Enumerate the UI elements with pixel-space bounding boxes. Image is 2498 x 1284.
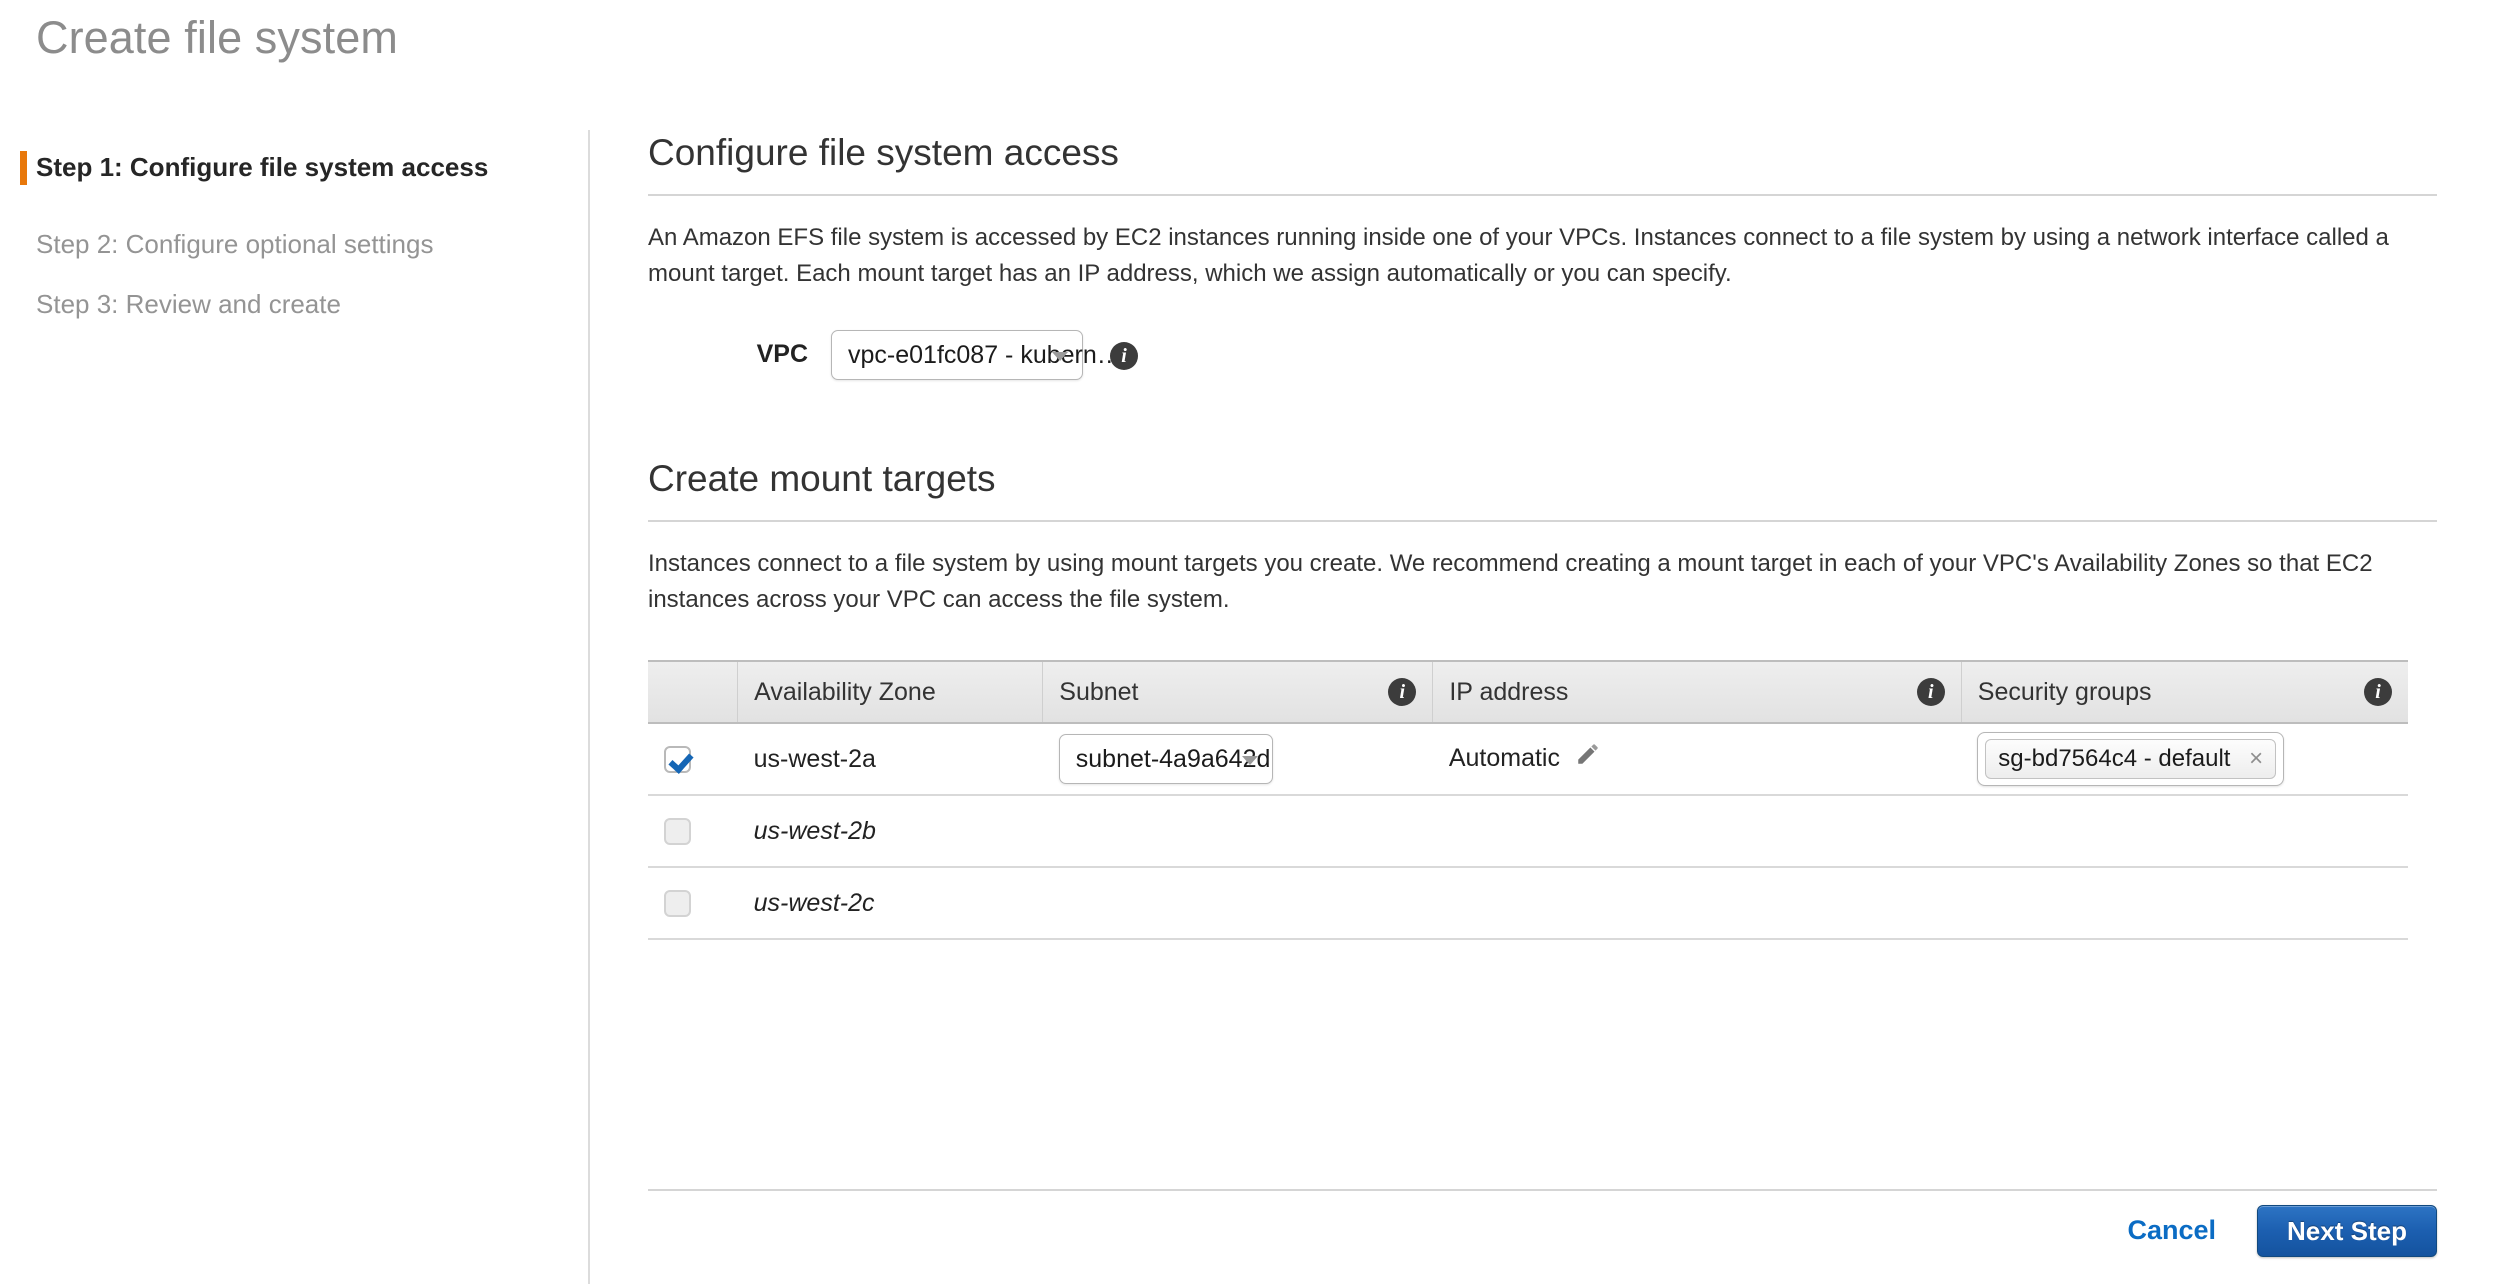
table-header-row: Availability Zone Subnet i IP address i xyxy=(648,661,2408,723)
column-header-security-groups-label: Security groups xyxy=(1978,678,2152,707)
cell-availability-zone: us-west-2c xyxy=(738,867,1043,939)
chevron-down-icon xyxy=(1052,352,1068,361)
footer-divider xyxy=(648,1189,2437,1191)
security-group-token: sg-bd7564c4 - default × xyxy=(1985,739,2276,779)
table-row: us-west-2b xyxy=(648,795,2408,867)
vpc-select-value: vpc-e01fc087 - kubern… xyxy=(848,341,1122,369)
sidebar-step-1[interactable]: Step 1: Configure file system access xyxy=(0,150,488,184)
cell-subnet xyxy=(1043,795,1433,867)
row-select-cell xyxy=(648,795,738,867)
subnet-select[interactable]: subnet-4a9a642d xyxy=(1059,734,1273,784)
cell-availability-zone: us-west-2b xyxy=(738,795,1043,867)
cell-ip-address xyxy=(1433,867,1961,939)
mount-targets-heading: Create mount targets xyxy=(648,456,2437,502)
sidebar-step-2-label: Step 2: Configure optional settings xyxy=(36,229,433,259)
table-row: us-west-2c xyxy=(648,867,2408,939)
row-select-cell xyxy=(648,867,738,939)
row-checkbox-us-west-2a[interactable] xyxy=(664,746,691,773)
ip-address-value: Automatic xyxy=(1449,744,1560,772)
cell-security-groups xyxy=(1961,795,2408,867)
sidebar-step-3[interactable]: Step 3: Review and create xyxy=(0,287,341,321)
info-icon[interactable]: i xyxy=(1110,342,1138,370)
info-icon[interactable]: i xyxy=(1388,678,1416,706)
row-checkbox-us-west-2b[interactable] xyxy=(664,818,691,845)
info-icon[interactable]: i xyxy=(2364,678,2392,706)
main-content: Configure file system access An Amazon E… xyxy=(648,130,2437,940)
vpc-field-row: VPC vpc-e01fc087 - kubern… i xyxy=(648,332,2437,378)
column-header-ip-address: IP address i xyxy=(1433,661,1961,723)
cancel-button[interactable]: Cancel xyxy=(2127,1215,2216,1246)
cell-ip-address: Automatic xyxy=(1433,723,1961,795)
wizard-sidebar: Step 1: Configure file system access Ste… xyxy=(0,130,590,1284)
cell-security-groups xyxy=(1961,867,2408,939)
cell-ip-address xyxy=(1433,795,1961,867)
cell-availability-zone: us-west-2a xyxy=(738,723,1043,795)
column-header-select xyxy=(648,661,738,723)
column-header-availability-zone: Availability Zone xyxy=(738,661,1043,723)
access-section-divider xyxy=(648,194,2437,196)
row-checkbox-us-west-2c[interactable] xyxy=(664,890,691,917)
column-header-ip-address-label: IP address xyxy=(1449,678,1568,707)
mount-targets-section: Create mount targets Instances connect t… xyxy=(648,456,2437,940)
vpc-label: VPC xyxy=(648,340,808,369)
create-file-system-page: Create file system Step 1: Configure fil… xyxy=(0,0,2498,1284)
next-step-button[interactable]: Next Step xyxy=(2257,1205,2437,1257)
security-groups-field[interactable]: sg-bd7564c4 - default × xyxy=(1977,732,2284,786)
cell-subnet xyxy=(1043,867,1433,939)
info-icon[interactable]: i xyxy=(1917,678,1945,706)
column-header-subnet: Subnet i xyxy=(1043,661,1433,723)
page-title: Create file system xyxy=(36,10,398,66)
access-section-heading: Configure file system access xyxy=(648,130,2437,176)
sidebar-step-2[interactable]: Step 2: Configure optional settings xyxy=(0,227,433,261)
close-icon[interactable]: × xyxy=(2249,745,2263,772)
vpc-select[interactable]: vpc-e01fc087 - kubern… xyxy=(831,330,1083,380)
cell-security-groups: sg-bd7564c4 - default × xyxy=(1961,723,2408,795)
pencil-icon[interactable] xyxy=(1575,741,1601,774)
column-header-availability-zone-label: Availability Zone xyxy=(754,678,936,706)
column-header-subnet-label: Subnet xyxy=(1059,678,1138,707)
access-section-description: An Amazon EFS file system is accessed by… xyxy=(648,220,2408,292)
security-group-token-label: sg-bd7564c4 - default xyxy=(1998,745,2230,772)
cell-subnet: subnet-4a9a642d xyxy=(1043,723,1433,795)
chevron-down-icon xyxy=(1242,756,1258,765)
sidebar-step-3-label: Step 3: Review and create xyxy=(36,289,341,319)
column-header-security-groups: Security groups i xyxy=(1961,661,2408,723)
sidebar-step-1-label: Step 1: Configure file system access xyxy=(36,152,488,182)
mount-targets-description: Instances connect to a file system by us… xyxy=(648,546,2408,618)
table-row: us-west-2a subnet-4a9a642d Automatic xyxy=(648,723,2408,795)
row-select-cell xyxy=(648,723,738,795)
mount-targets-divider xyxy=(648,520,2437,522)
mount-targets-table: Availability Zone Subnet i IP address i xyxy=(648,660,2408,940)
